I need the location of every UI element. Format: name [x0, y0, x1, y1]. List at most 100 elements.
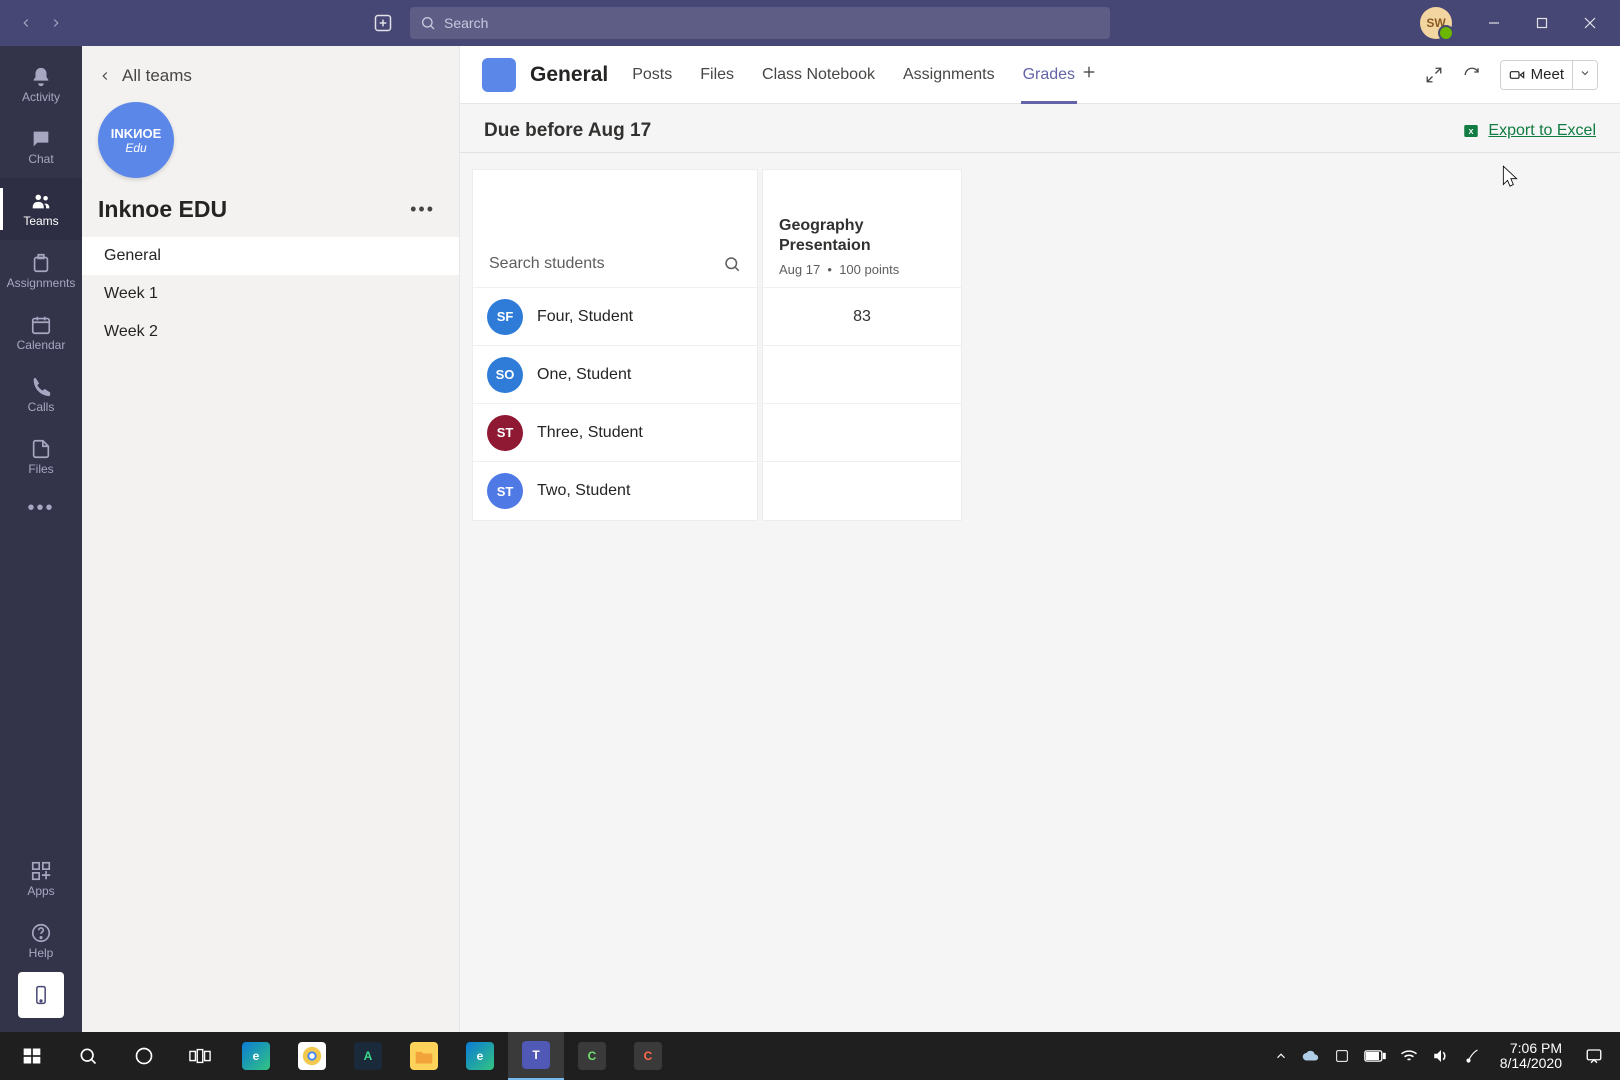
avatar-initials: SW	[1426, 16, 1445, 30]
file-icon	[30, 438, 52, 460]
rail-chat[interactable]: Chat	[0, 116, 82, 178]
plus-icon	[1081, 64, 1097, 80]
minimize-icon	[1488, 17, 1500, 29]
expand-button[interactable]	[1424, 65, 1444, 85]
compose-icon	[373, 13, 393, 33]
excel-icon: X	[1462, 122, 1480, 140]
tab-add-button[interactable]	[1077, 63, 1101, 86]
assignment-column: Geography Presentaion Aug 17 • 100 point…	[762, 169, 962, 521]
refresh-button[interactable]	[1462, 65, 1482, 85]
wifi-icon	[1400, 1049, 1418, 1063]
taskbar-search[interactable]	[60, 1032, 116, 1080]
rail-help[interactable]: Help	[0, 910, 82, 972]
taskview-icon	[189, 1047, 211, 1065]
rail-teams[interactable]: Teams	[0, 178, 82, 240]
ellipsis-icon: •••	[410, 199, 435, 219]
taskbar-cortana[interactable]	[116, 1032, 172, 1080]
taskbar-taskview[interactable]	[172, 1032, 228, 1080]
taskbar-app-chrome[interactable]	[284, 1032, 340, 1080]
calendar-icon	[30, 314, 52, 336]
refresh-icon	[1463, 66, 1481, 84]
channel-item[interactable]: Week 1	[82, 275, 459, 313]
maximize-icon	[1536, 17, 1548, 29]
meet-dropdown-button[interactable]	[1572, 61, 1597, 89]
search-input[interactable]	[444, 15, 1100, 31]
system-tray[interactable]	[1274, 1047, 1490, 1065]
student-name: Two, Student	[537, 482, 630, 500]
rail-calls[interactable]: Calls	[0, 364, 82, 426]
window-maximize-button[interactable]	[1518, 0, 1566, 46]
student-row[interactable]: STThree, Student	[473, 404, 757, 462]
tab-files[interactable]: Files	[698, 46, 736, 103]
channel-avatar	[482, 58, 516, 92]
channel-header: General PostsFilesClass NotebookAssignme…	[460, 46, 1620, 104]
taskbar-app-edge[interactable]: e	[228, 1032, 284, 1080]
taskbar-clock[interactable]: 7:06 PM 8/14/2020	[1490, 1041, 1572, 1072]
search-icon	[78, 1046, 98, 1066]
meet-button-group: Meet	[1500, 60, 1598, 90]
assignment-header[interactable]: Geography Presentaion Aug 17 • 100 point…	[763, 170, 961, 288]
team-more-button[interactable]: •••	[402, 199, 443, 220]
rail-files[interactable]: Files	[0, 426, 82, 488]
teams-icon	[30, 190, 52, 212]
window-close-button[interactable]	[1566, 0, 1614, 46]
student-avatar: SF	[487, 299, 523, 335]
video-icon	[1509, 67, 1525, 83]
channel-item[interactable]: General	[82, 237, 459, 275]
due-bar: Due before Aug 17 X Export to Excel	[460, 104, 1620, 153]
student-row[interactable]: SFFour, Student	[473, 288, 757, 346]
main-content: General PostsFilesClass NotebookAssignme…	[460, 46, 1620, 1032]
student-row[interactable]: STTwo, Student	[473, 462, 757, 520]
rail-apps[interactable]: Apps	[0, 848, 82, 910]
rail-calendar[interactable]: Calendar	[0, 302, 82, 364]
windows-icon	[22, 1046, 42, 1066]
user-avatar[interactable]: SW	[1420, 7, 1452, 39]
help-icon	[30, 922, 52, 944]
tab-assignments[interactable]: Assignments	[901, 46, 997, 103]
all-teams-button[interactable]: All teams	[82, 46, 459, 98]
export-label: Export to Excel	[1488, 122, 1596, 140]
nav-back-button[interactable]	[12, 9, 40, 37]
clock-date: 8/14/2020	[1500, 1056, 1562, 1071]
compose-button[interactable]	[366, 6, 400, 40]
taskbar-app-explorer[interactable]	[396, 1032, 452, 1080]
windows-taskbar: e A e T C C 7:06 PM 8/14/2020	[0, 1032, 1620, 1080]
chevron-up-icon	[1274, 1049, 1288, 1063]
all-teams-label: All teams	[122, 66, 192, 86]
search-students-cell[interactable]: Search students	[473, 170, 757, 288]
ellipsis-icon: •••	[27, 497, 54, 520]
rail-label: Calendar	[17, 338, 66, 352]
team-avatar[interactable]: INKИOE Edu	[98, 102, 174, 178]
rail-mobile-button[interactable]	[18, 972, 64, 1018]
rail-activity[interactable]: Activity	[0, 54, 82, 116]
nav-forward-button[interactable]	[42, 9, 70, 37]
meet-button[interactable]: Meet	[1501, 61, 1572, 89]
tab-class-notebook[interactable]: Class Notebook	[760, 46, 877, 103]
rail-more[interactable]: •••	[0, 488, 82, 528]
phone-icon	[30, 376, 52, 398]
taskbar-app-teams[interactable]: T	[508, 1032, 564, 1080]
rail-assignments[interactable]: Assignments	[0, 240, 82, 302]
score-cell[interactable]: 83	[763, 288, 961, 346]
window-minimize-button[interactable]	[1470, 0, 1518, 46]
action-center-button[interactable]	[1572, 1032, 1616, 1080]
export-excel-link[interactable]: X Export to Excel	[1462, 122, 1596, 140]
security-icon	[1334, 1048, 1350, 1064]
taskbar-app-edge2[interactable]: e	[452, 1032, 508, 1080]
chat-icon	[30, 128, 52, 150]
score-cell[interactable]	[763, 462, 961, 520]
tab-grades[interactable]: Grades	[1021, 46, 1077, 103]
svg-text:X: X	[1469, 127, 1474, 136]
rail-label: Calls	[28, 400, 55, 414]
student-name: One, Student	[537, 366, 631, 384]
taskbar-app-generic1[interactable]: A	[340, 1032, 396, 1080]
channel-item[interactable]: Week 2	[82, 313, 459, 351]
student-row[interactable]: SOOne, Student	[473, 346, 757, 404]
taskbar-app-camtasia2[interactable]: C	[620, 1032, 676, 1080]
search-box[interactable]	[410, 7, 1110, 39]
start-button[interactable]	[4, 1032, 60, 1080]
tab-posts[interactable]: Posts	[630, 46, 674, 103]
taskbar-app-camtasia1[interactable]: C	[564, 1032, 620, 1080]
score-cell[interactable]	[763, 404, 961, 462]
score-cell[interactable]	[763, 346, 961, 404]
